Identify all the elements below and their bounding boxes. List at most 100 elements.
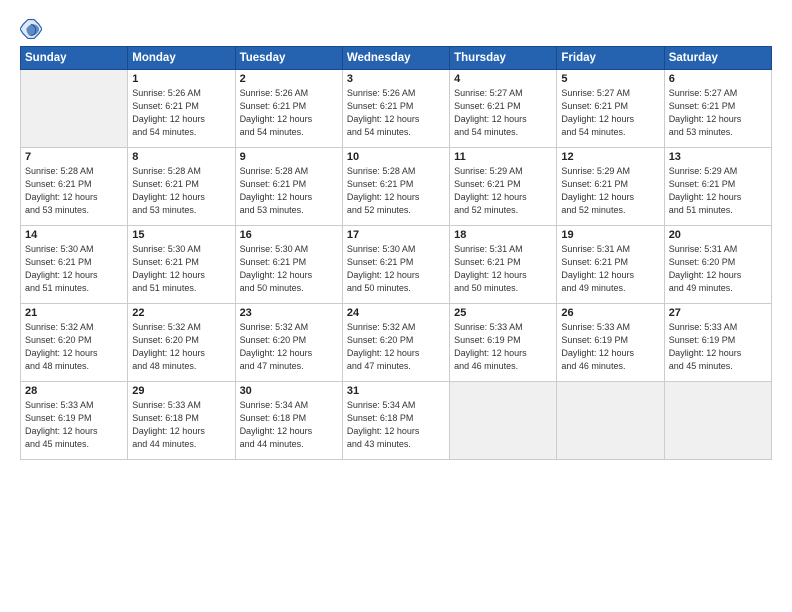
day-number: 12: [561, 151, 659, 163]
day-info: Sunrise: 5:29 AMSunset: 6:21 PMDaylight:…: [454, 165, 552, 217]
calendar-cell: 25Sunrise: 5:33 AMSunset: 6:19 PMDayligh…: [450, 304, 557, 382]
day-info: Sunrise: 5:32 AMSunset: 6:20 PMDaylight:…: [240, 321, 338, 373]
calendar-cell: 26Sunrise: 5:33 AMSunset: 6:19 PMDayligh…: [557, 304, 664, 382]
day-info: Sunrise: 5:32 AMSunset: 6:20 PMDaylight:…: [132, 321, 230, 373]
day-number: 9: [240, 151, 338, 163]
week-row-2: 7 Sunrise: 5:28 AMSunset: 6:21 PMDaylight…: [21, 148, 772, 226]
day-number: 31: [347, 385, 445, 397]
calendar-cell: 14 Sunrise: 5:30 AMSunset: 6:21 PMDayligh…: [21, 226, 128, 304]
day-info: Sunrise: 5:33 AMSunset: 6:18 PMDaylight:…: [132, 399, 230, 451]
calendar-cell: 28 Sunrise: 5:33 AMSunset: 6:19 PMDayligh…: [21, 382, 128, 460]
day-number: 3: [347, 73, 445, 85]
calendar-cell: 20 Sunrise: 5:31 AMSunset: 6:20 PMDayligh…: [664, 226, 771, 304]
day-info: Sunrise: 5:32 AMSunset: 6:20 PMDaylight:…: [25, 321, 123, 373]
day-info: Sunrise: 5:28 AMSunset: 6:21 PMDaylight:…: [347, 165, 445, 217]
calendar-cell: 5Sunrise: 5:27 AMSunset: 6:21 PMDaylight…: [557, 70, 664, 148]
week-row-4: 21 Sunrise: 5:32 AMSunset: 6:20 PMDayligh…: [21, 304, 772, 382]
day-info: Sunrise: 5:31 AMSunset: 6:21 PMDaylight:…: [454, 243, 552, 295]
header-area: [20, 18, 772, 40]
day-info: Sunrise: 5:28 AMSunset: 6:21 PMDaylight:…: [132, 165, 230, 217]
day-info: Sunrise: 5:31 AMSunset: 6:21 PMDaylight:…: [561, 243, 659, 295]
calendar-cell: 27 Sunrise: 5:33 AMSunset: 6:19 PMDayligh…: [664, 304, 771, 382]
day-number: 28: [25, 385, 123, 397]
day-number: 4: [454, 73, 552, 85]
calendar-cell: [557, 382, 664, 460]
calendar-cell: 31 Sunrise: 5:34 AMSunset: 6:18 PMDayligh…: [342, 382, 449, 460]
weekday-header-tuesday: Tuesday: [235, 47, 342, 70]
day-number: 27: [669, 307, 767, 319]
day-info: Sunrise: 5:28 AMSunset: 6:21 PMDaylight:…: [25, 165, 123, 217]
weekday-header-thursday: Thursday: [450, 47, 557, 70]
calendar-cell: 9 Sunrise: 5:28 AMSunset: 6:21 PMDaylight…: [235, 148, 342, 226]
calendar-cell: 8 Sunrise: 5:28 AMSunset: 6:21 PMDaylight…: [128, 148, 235, 226]
day-info: Sunrise: 5:33 AMSunset: 6:19 PMDaylight:…: [669, 321, 767, 373]
day-info: Sunrise: 5:29 AMSunset: 6:21 PMDaylight:…: [561, 165, 659, 217]
day-number: 22: [132, 307, 230, 319]
calendar-cell: 30Sunrise: 5:34 AMSunset: 6:18 PMDayligh…: [235, 382, 342, 460]
week-row-1: 1 Sunrise: 5:26 AMSunset: 6:21 PMDaylight…: [21, 70, 772, 148]
logo-icon: [20, 18, 42, 40]
calendar-table: SundayMondayTuesdayWednesdayThursdayFrid…: [20, 46, 772, 460]
calendar-cell: 7 Sunrise: 5:28 AMSunset: 6:21 PMDaylight…: [21, 148, 128, 226]
weekday-header-sunday: Sunday: [21, 47, 128, 70]
day-number: 13: [669, 151, 767, 163]
day-info: Sunrise: 5:32 AMSunset: 6:20 PMDaylight:…: [347, 321, 445, 373]
weekday-header-wednesday: Wednesday: [342, 47, 449, 70]
day-number: 29: [132, 385, 230, 397]
calendar-cell: 29 Sunrise: 5:33 AMSunset: 6:18 PMDayligh…: [128, 382, 235, 460]
day-number: 20: [669, 229, 767, 241]
day-number: 15: [132, 229, 230, 241]
day-info: Sunrise: 5:26 AMSunset: 6:21 PMDaylight:…: [347, 87, 445, 139]
calendar-body: 1 Sunrise: 5:26 AMSunset: 6:21 PMDaylight…: [21, 70, 772, 460]
day-number: 30: [240, 385, 338, 397]
calendar-cell: 21 Sunrise: 5:32 AMSunset: 6:20 PMDayligh…: [21, 304, 128, 382]
day-number: 14: [25, 229, 123, 241]
calendar-cell: 12 Sunrise: 5:29 AMSunset: 6:21 PMDayligh…: [557, 148, 664, 226]
weekday-header-monday: Monday: [128, 47, 235, 70]
calendar-cell: [450, 382, 557, 460]
day-number: 23: [240, 307, 338, 319]
calendar-cell: 19Sunrise: 5:31 AMSunset: 6:21 PMDayligh…: [557, 226, 664, 304]
day-info: Sunrise: 5:30 AMSunset: 6:21 PMDaylight:…: [25, 243, 123, 295]
calendar-cell: 22 Sunrise: 5:32 AMSunset: 6:20 PMDayligh…: [128, 304, 235, 382]
calendar-cell: 6 Sunrise: 5:27 AMSunset: 6:21 PMDaylight…: [664, 70, 771, 148]
calendar-cell: [664, 382, 771, 460]
day-info: Sunrise: 5:31 AMSunset: 6:20 PMDaylight:…: [669, 243, 767, 295]
day-number: 5: [561, 73, 659, 85]
day-number: 25: [454, 307, 552, 319]
day-number: 24: [347, 307, 445, 319]
day-number: 1: [132, 73, 230, 85]
day-info: Sunrise: 5:30 AMSunset: 6:21 PMDaylight:…: [347, 243, 445, 295]
day-info: Sunrise: 5:30 AMSunset: 6:21 PMDaylight:…: [240, 243, 338, 295]
calendar-cell: 17Sunrise: 5:30 AMSunset: 6:21 PMDayligh…: [342, 226, 449, 304]
weekday-row: SundayMondayTuesdayWednesdayThursdayFrid…: [21, 47, 772, 70]
calendar-cell: 23 Sunrise: 5:32 AMSunset: 6:20 PMDayligh…: [235, 304, 342, 382]
day-number: 18: [454, 229, 552, 241]
calendar-cell: 2Sunrise: 5:26 AMSunset: 6:21 PMDaylight…: [235, 70, 342, 148]
weekday-header-friday: Friday: [557, 47, 664, 70]
week-row-3: 14 Sunrise: 5:30 AMSunset: 6:21 PMDayligh…: [21, 226, 772, 304]
calendar-cell: 15Sunrise: 5:30 AMSunset: 6:21 PMDayligh…: [128, 226, 235, 304]
calendar-cell: 24 Sunrise: 5:32 AMSunset: 6:20 PMDayligh…: [342, 304, 449, 382]
day-info: Sunrise: 5:29 AMSunset: 6:21 PMDaylight:…: [669, 165, 767, 217]
day-number: 10: [347, 151, 445, 163]
calendar-cell: 1Sunrise: 5:26 AMSunset: 6:21 PMDaylight…: [128, 70, 235, 148]
day-number: 16: [240, 229, 338, 241]
day-info: Sunrise: 5:27 AMSunset: 6:21 PMDaylight:…: [669, 87, 767, 139]
calendar-cell: [21, 70, 128, 148]
day-info: Sunrise: 5:34 AMSunset: 6:18 PMDaylight:…: [347, 399, 445, 451]
day-number: 26: [561, 307, 659, 319]
day-number: 8: [132, 151, 230, 163]
calendar-header: SundayMondayTuesdayWednesdayThursdayFrid…: [21, 47, 772, 70]
day-number: 6: [669, 73, 767, 85]
day-info: Sunrise: 5:28 AMSunset: 6:21 PMDaylight:…: [240, 165, 338, 217]
day-info: Sunrise: 5:27 AMSunset: 6:21 PMDaylight:…: [454, 87, 552, 139]
calendar-cell: 18 Sunrise: 5:31 AMSunset: 6:21 PMDayligh…: [450, 226, 557, 304]
day-number: 21: [25, 307, 123, 319]
calendar-cell: 10 Sunrise: 5:28 AMSunset: 6:21 PMDayligh…: [342, 148, 449, 226]
calendar-cell: 4 Sunrise: 5:27 AMSunset: 6:21 PMDaylight…: [450, 70, 557, 148]
day-number: 7: [25, 151, 123, 163]
day-info: Sunrise: 5:33 AMSunset: 6:19 PMDaylight:…: [25, 399, 123, 451]
week-row-5: 28 Sunrise: 5:33 AMSunset: 6:19 PMDayligh…: [21, 382, 772, 460]
calendar-cell: 3 Sunrise: 5:26 AMSunset: 6:21 PMDaylight…: [342, 70, 449, 148]
